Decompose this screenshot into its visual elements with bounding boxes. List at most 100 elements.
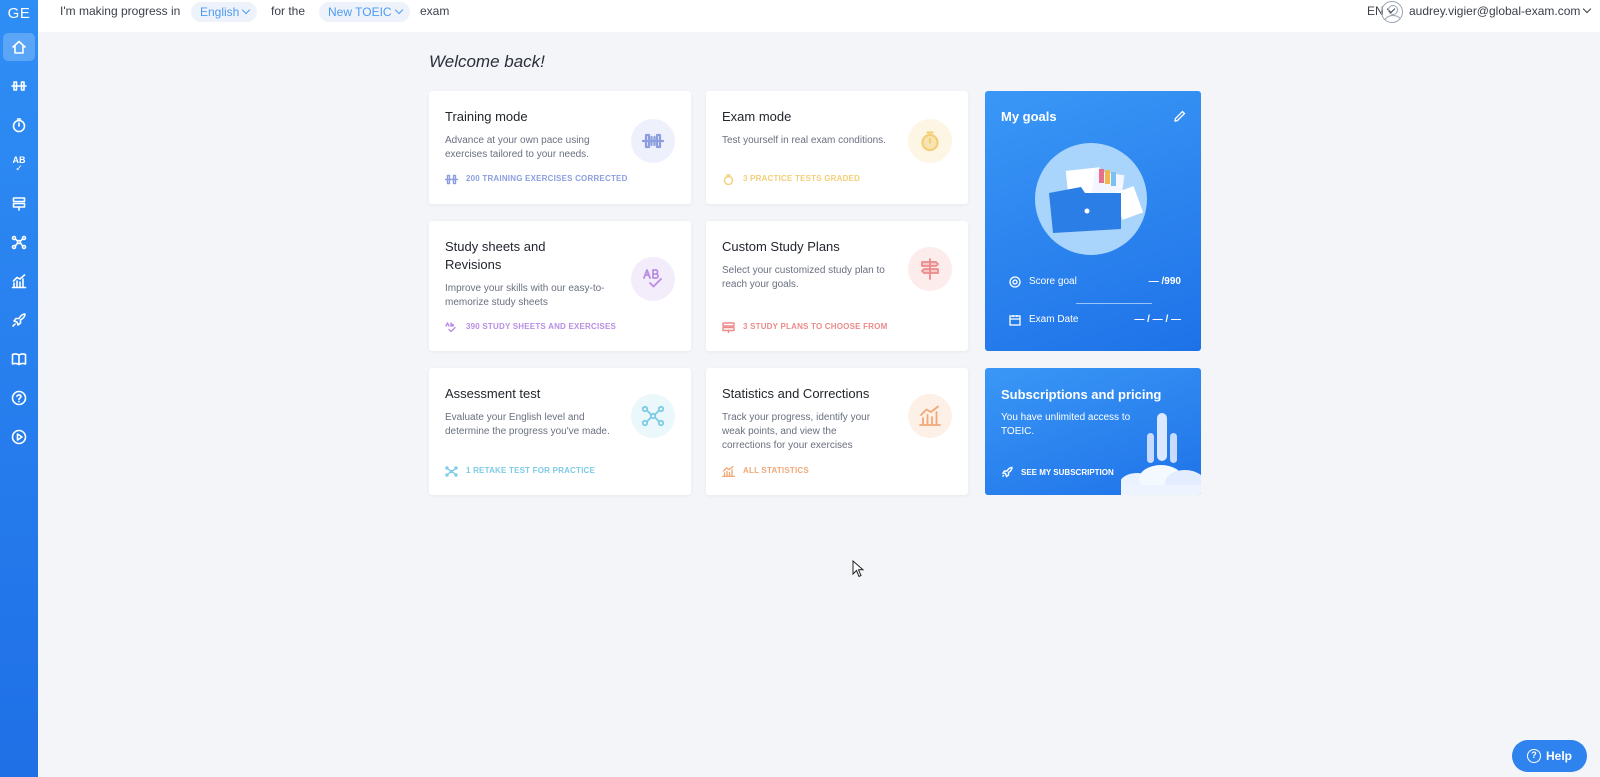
card-meta: 3 PRACTICE TESTS GRADED: [722, 173, 860, 185]
language-select[interactable]: English: [191, 2, 258, 22]
help-button[interactable]: ? Help: [1512, 740, 1587, 772]
card-title: Statistics and Corrections: [722, 386, 870, 401]
chart-icon: [908, 394, 952, 438]
card-title: Study sheets and Revisions: [445, 239, 546, 272]
goals-card[interactable]: My goals Score goal — /990 Exam Date — /…: [985, 91, 1201, 351]
ab-check-icon: [631, 257, 675, 301]
user-email: audrey.vigier@global-exam.com: [1409, 4, 1581, 18]
rocket-icon: [12, 313, 26, 327]
score-goal-row[interactable]: Score goal — /990: [1009, 275, 1181, 289]
avatar[interactable]: [1381, 1, 1403, 23]
sidebar-item-help[interactable]: [3, 384, 35, 412]
sidebar-item-statistics[interactable]: [3, 267, 35, 295]
exam-suffix-text: exam: [420, 4, 450, 18]
dumbbell-icon: [11, 81, 27, 91]
card-meta: 1 RETAKE TEST FOR PRACTICE: [445, 465, 595, 477]
sidebar-item-resources[interactable]: [3, 345, 35, 373]
card-title: Exam mode: [722, 109, 792, 124]
card-title: Training mode: [445, 109, 528, 124]
goals-title: My goals: [1001, 109, 1057, 124]
card-meta: 390 STUDY SHEETS AND EXERCISES: [445, 321, 616, 333]
sidebar-item-subscription[interactable]: [3, 306, 35, 334]
folder-illustration: [1035, 143, 1147, 255]
signpost-icon: [908, 247, 952, 291]
score-goal-label: Score goal: [1029, 276, 1077, 287]
card-meta-text: 3 STUDY PLANS TO CHOOSE FROM: [743, 322, 888, 331]
score-goal-value: — /990: [1148, 276, 1181, 287]
network-icon: [631, 394, 675, 438]
rocket-icon: [1001, 466, 1013, 478]
signpost-icon: [12, 197, 26, 211]
target-icon: [1009, 276, 1021, 288]
exam-date-row[interactable]: Exam Date — / — / —: [1009, 313, 1181, 327]
see-subscription-link[interactable]: SEE MY SUBSCRIPTION: [1001, 466, 1114, 478]
dumbbell-icon: [631, 119, 675, 163]
app-logo[interactable]: GE: [0, 0, 38, 28]
card-meta-text: ALL STATISTICS: [743, 466, 809, 475]
see-subscription-label: SEE MY SUBSCRIPTION: [1021, 467, 1114, 477]
card-statistics[interactable]: Statistics and Corrections Track your pr…: [706, 368, 968, 495]
exam-date-label: Exam Date: [1029, 314, 1079, 325]
card-title: Custom Study Plans: [722, 239, 840, 254]
card-description: Improve your skills with our easy-to-mem…: [445, 283, 605, 308]
card-description: Advance at your own pace using exercises…: [445, 135, 590, 160]
chart-icon: [722, 465, 735, 477]
exam-date-value: — / — / —: [1134, 314, 1181, 325]
question-icon: [11, 390, 27, 406]
card-description: Test yourself in real exam conditions.: [722, 135, 886, 146]
user-menu[interactable]: audrey.vigier@global-exam.com: [1409, 0, 1592, 23]
play-icon: [11, 429, 27, 445]
card-meta-text: 390 STUDY SHEETS AND EXERCISES: [466, 322, 617, 331]
card-meta: 3 STUDY PLANS TO CHOOSE FROM: [722, 321, 887, 333]
signpost-icon: [722, 321, 735, 333]
dumbbell-icon: [445, 174, 458, 184]
sidebar-item-videos[interactable]: [3, 423, 35, 451]
sidebar: GE AB ✓: [0, 0, 38, 777]
card-description: Evaluate your English level and determin…: [445, 412, 610, 437]
ab-check-icon: [445, 321, 456, 332]
stopwatch-icon: [12, 118, 26, 133]
network-icon: [445, 465, 458, 477]
exam-select-value: New TOEIC: [328, 5, 392, 19]
card-training-mode[interactable]: Training mode Advance at your own pace u…: [429, 91, 691, 204]
subscription-title: Subscriptions and pricing: [1001, 387, 1162, 402]
card-meta: ALL STATISTICS: [722, 465, 809, 477]
chevron-down-icon: [1583, 4, 1592, 14]
subscription-description: You have unlimited access to TOEIC.: [1001, 412, 1131, 437]
chevron-down-icon: [242, 5, 251, 15]
sidebar-item-home[interactable]: [3, 33, 35, 61]
card-study-sheets[interactable]: Study sheets and Revisions Improve your …: [429, 221, 691, 351]
card-assessment-test[interactable]: Assessment test Evaluate your English le…: [429, 368, 691, 495]
ab-check-icon: AB ✓: [12, 155, 26, 173]
top-bar: I'm making progress in English for the N…: [38, 0, 1600, 32]
rocket-illustration: [1121, 413, 1201, 495]
for-the-text: for the: [271, 4, 306, 18]
book-icon: [11, 353, 27, 366]
card-description: Select your customized study plan to rea…: [722, 265, 885, 290]
card-title: Assessment test: [445, 386, 541, 401]
progress-prefix-text: I'm making progress in: [60, 4, 181, 18]
language-select-value: English: [200, 5, 240, 19]
page-title: Welcome back!: [429, 52, 545, 71]
subscription-card[interactable]: Subscriptions and pricing You have unlim…: [985, 368, 1201, 495]
card-meta: 200 TRAINING EXERCISES CORRECTED: [445, 173, 628, 185]
exam-select[interactable]: New TOEIC: [319, 2, 410, 22]
sidebar-item-assessment[interactable]: [3, 228, 35, 256]
card-meta-text: 200 TRAINING EXERCISES CORRECTED: [466, 174, 628, 183]
chart-icon: [11, 274, 27, 289]
card-exam-mode[interactable]: Exam mode Test yourself in real exam con…: [706, 91, 968, 204]
card-description: Track your progress, identify your weak …: [722, 412, 871, 451]
sidebar-item-exam[interactable]: [3, 111, 35, 139]
sidebar-item-study-sheets[interactable]: AB ✓: [3, 150, 35, 178]
pencil-icon[interactable]: [1173, 109, 1187, 123]
sidebar-item-training[interactable]: [3, 72, 35, 100]
card-meta-text: 1 RETAKE TEST FOR PRACTICE: [466, 466, 596, 475]
network-icon: [11, 235, 27, 250]
chevron-down-icon: [394, 5, 403, 15]
card-custom-study-plans[interactable]: Custom Study Plans Select your customize…: [706, 221, 968, 351]
sidebar-item-study-plans[interactable]: [3, 189, 35, 217]
help-label: Help: [1545, 749, 1572, 763]
calendar-icon: [1009, 315, 1021, 326]
question-icon: ?: [1526, 749, 1541, 763]
divider: [1076, 303, 1152, 304]
